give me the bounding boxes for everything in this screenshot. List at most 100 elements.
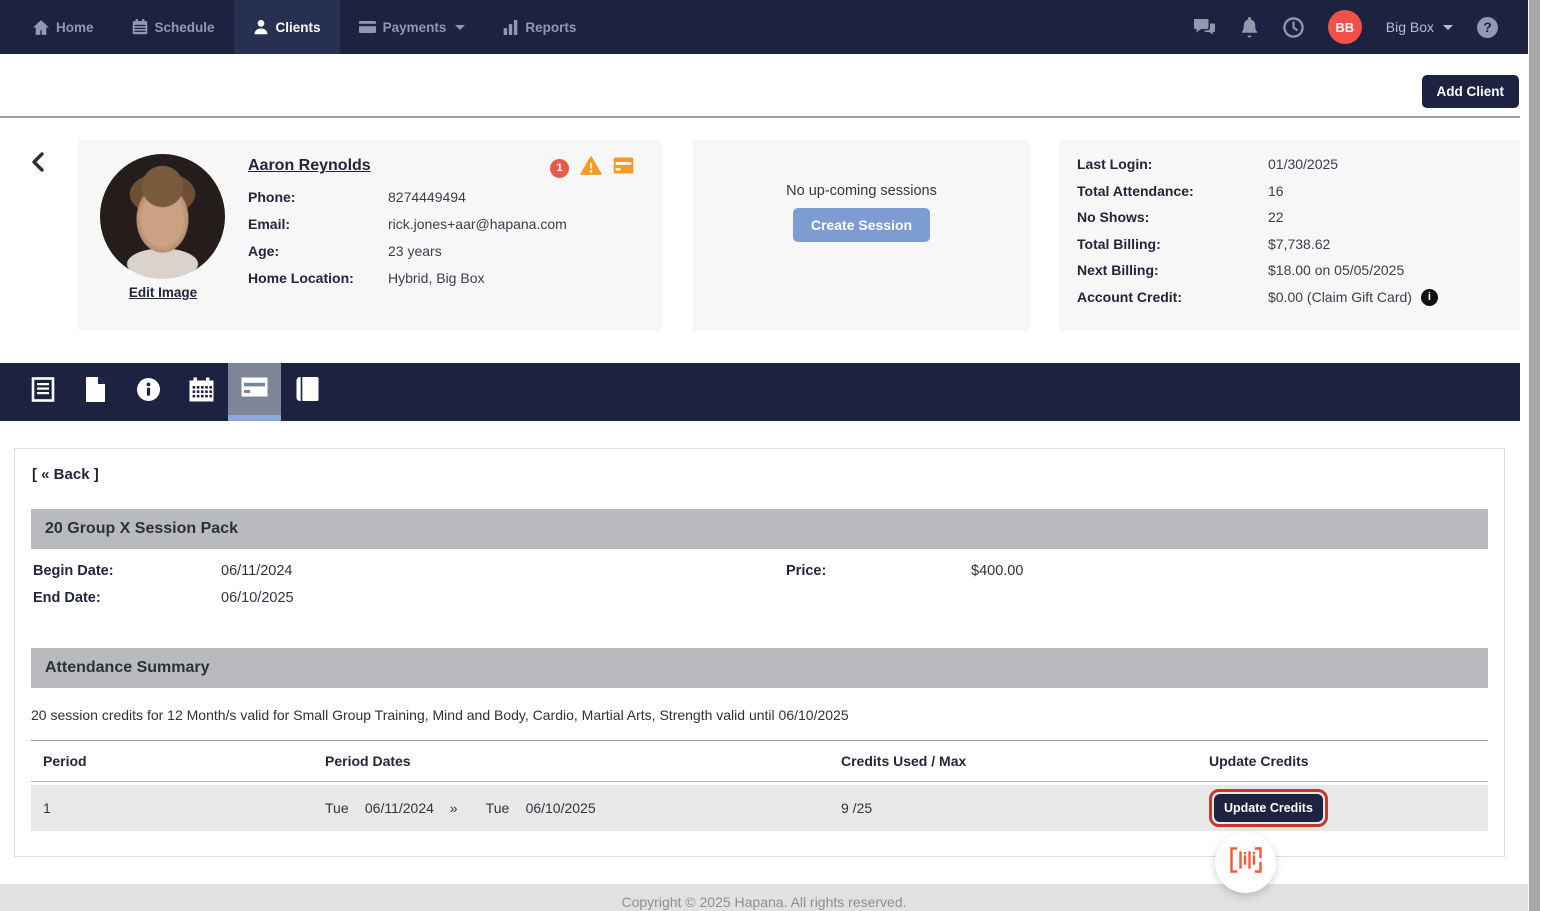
client-field-home-location: Home Location: Hybrid, Big Box [248, 270, 567, 286]
stat-value: $18.00 on 05/05/2025 [1268, 262, 1404, 278]
client-stats-card: Last Login: 01/30/2025 Total Attendance:… [1059, 140, 1520, 331]
chat-icon[interactable] [1193, 18, 1216, 37]
calendar-icon [189, 377, 214, 407]
copyright-text: Copyright © 2025 Hapana. All rights rese… [0, 884, 1528, 910]
card-icon [359, 20, 376, 34]
client-field-age: Age: 23 years [248, 243, 567, 259]
update-credits-button[interactable]: Update Credits [1214, 794, 1323, 822]
begin-date-label: Begin Date: [31, 563, 221, 579]
client-field-phone: Phone: 8274449494 [248, 189, 567, 205]
client-name-link[interactable]: Aaron Reynolds [248, 157, 371, 175]
stat-total-attendance: Total Attendance: 16 [1077, 183, 1520, 199]
stat-label: Total Billing: [1077, 236, 1268, 252]
stat-no-shows: No Shows: 22 [1077, 209, 1520, 225]
client-section-tabs [0, 363, 1520, 421]
field-value: 23 years [388, 243, 442, 259]
update-credits-highlight-ring: Update Credits [1209, 789, 1328, 827]
stat-value: $7,738.62 [1268, 236, 1330, 252]
chevron-down-icon [1443, 25, 1453, 30]
page: Home Schedule Clients Payments Reports [0, 0, 1528, 911]
list-icon [31, 377, 55, 407]
vertical-scrollbar[interactable] [1528, 0, 1541, 911]
bar-chart-icon [503, 20, 518, 35]
stat-total-billing: Total Billing: $7,738.62 [1077, 236, 1520, 252]
pack-description: 20 session credits for 12 Month/s valid … [31, 707, 1488, 723]
stat-label: Total Attendance: [1077, 183, 1268, 199]
notification-count-badge[interactable]: 1 [550, 159, 569, 178]
field-value: Hybrid, Big Box [388, 270, 484, 286]
account-menu[interactable]: Big Box [1386, 19, 1453, 35]
end-date-row: End Date: 06/10/2025 [31, 590, 1488, 606]
period-cell: 1 [31, 800, 325, 816]
from-day: Tue [325, 800, 361, 816]
tab-book[interactable] [281, 363, 334, 421]
question-icon[interactable]: ? [1477, 17, 1498, 38]
nav-label: Clients [276, 20, 321, 35]
stat-label: No Shows: [1077, 209, 1268, 225]
document-icon [85, 377, 106, 407]
tab-document[interactable] [69, 363, 122, 421]
billing-card-icon[interactable] [613, 157, 634, 179]
calendar-icon [132, 19, 148, 35]
edit-image-link[interactable]: Edit Image [129, 285, 197, 300]
client-summary-row: Edit Image Aaron Reynolds Phone: 8274449… [0, 140, 1520, 331]
tab-billing[interactable] [228, 363, 281, 421]
price-label: Price: [786, 563, 971, 579]
barcode-scanner-icon [1230, 847, 1262, 878]
upcoming-sessions-card: No up-coming sessions Create Session [693, 140, 1030, 331]
price-row: Price: $400.00 [786, 563, 1023, 579]
nav-label: Reports [525, 20, 576, 35]
top-navbar: Home Schedule Clients Payments Reports [0, 0, 1528, 54]
nav-label: Payments [383, 20, 447, 35]
stat-next-billing: Next Billing: $18.00 on 05/05/2025 [1077, 262, 1520, 278]
home-icon [33, 20, 49, 35]
pack-details: Begin Date: 06/11/2024 End Date: 06/10/2… [31, 563, 1488, 623]
nav-label: Schedule [155, 20, 215, 35]
column-header-update-credits: Update Credits [1209, 753, 1488, 769]
page-toolbar: Add Client [0, 54, 1520, 118]
previous-client-nav[interactable] [14, 140, 66, 331]
info-circle-icon [136, 377, 161, 407]
stat-last-login: Last Login: 01/30/2025 [1077, 156, 1520, 172]
nav-label: Home [56, 20, 94, 35]
nav-item-home[interactable]: Home [14, 0, 113, 54]
field-label: Email: [248, 216, 388, 232]
bell-icon[interactable] [1240, 17, 1259, 38]
add-client-button[interactable]: Add Client [1422, 75, 1520, 108]
warning-triangle-icon[interactable] [580, 156, 602, 180]
stat-label: Account Credit: [1077, 289, 1268, 305]
nav-item-reports[interactable]: Reports [484, 0, 595, 54]
stat-account-credit: Account Credit: $0.00 (Claim Gift Card) … [1077, 289, 1520, 306]
stat-value[interactable]: $0.00 (Claim Gift Card) [1268, 289, 1412, 305]
attendance-summary-header: Attendance Summary [31, 648, 1488, 688]
book-icon [296, 377, 319, 407]
field-value: 8274449494 [388, 189, 466, 205]
nav-item-schedule[interactable]: Schedule [113, 0, 234, 54]
barcode-scan-button[interactable] [1215, 832, 1276, 893]
column-header-period: Period [31, 753, 325, 769]
person-icon [253, 19, 269, 35]
credits-cell: 9 /25 [841, 800, 1209, 816]
end-date-value: 06/10/2025 [221, 590, 294, 606]
client-field-email: Email: rick.jones+aar@hapana.com [248, 216, 567, 232]
tab-info[interactable] [122, 363, 175, 421]
begin-date-value: 06/11/2024 [221, 563, 293, 579]
tab-calendar[interactable] [175, 363, 228, 421]
nav-item-clients[interactable]: Clients [234, 0, 340, 54]
info-icon[interactable]: i [1421, 289, 1438, 306]
date-separator: » [450, 800, 482, 816]
user-avatar[interactable]: BB [1328, 10, 1362, 44]
no-sessions-text: No up-coming sessions [693, 183, 1030, 199]
tab-list[interactable] [16, 363, 69, 421]
to-day: Tue [486, 800, 522, 816]
action-cell: Update Credits [1209, 789, 1488, 827]
stat-value: 16 [1268, 183, 1284, 199]
create-session-button[interactable]: Create Session [793, 208, 930, 242]
field-label: Age: [248, 243, 388, 259]
chevron-down-icon [455, 25, 465, 30]
scrollbar-thumb[interactable] [1529, 0, 1540, 911]
page-footer: Copyright © 2025 Hapana. All rights rese… [0, 884, 1528, 911]
clock-icon[interactable] [1283, 17, 1304, 38]
back-link[interactable]: [ « Back ] [32, 466, 99, 483]
nav-item-payments[interactable]: Payments [340, 0, 485, 54]
